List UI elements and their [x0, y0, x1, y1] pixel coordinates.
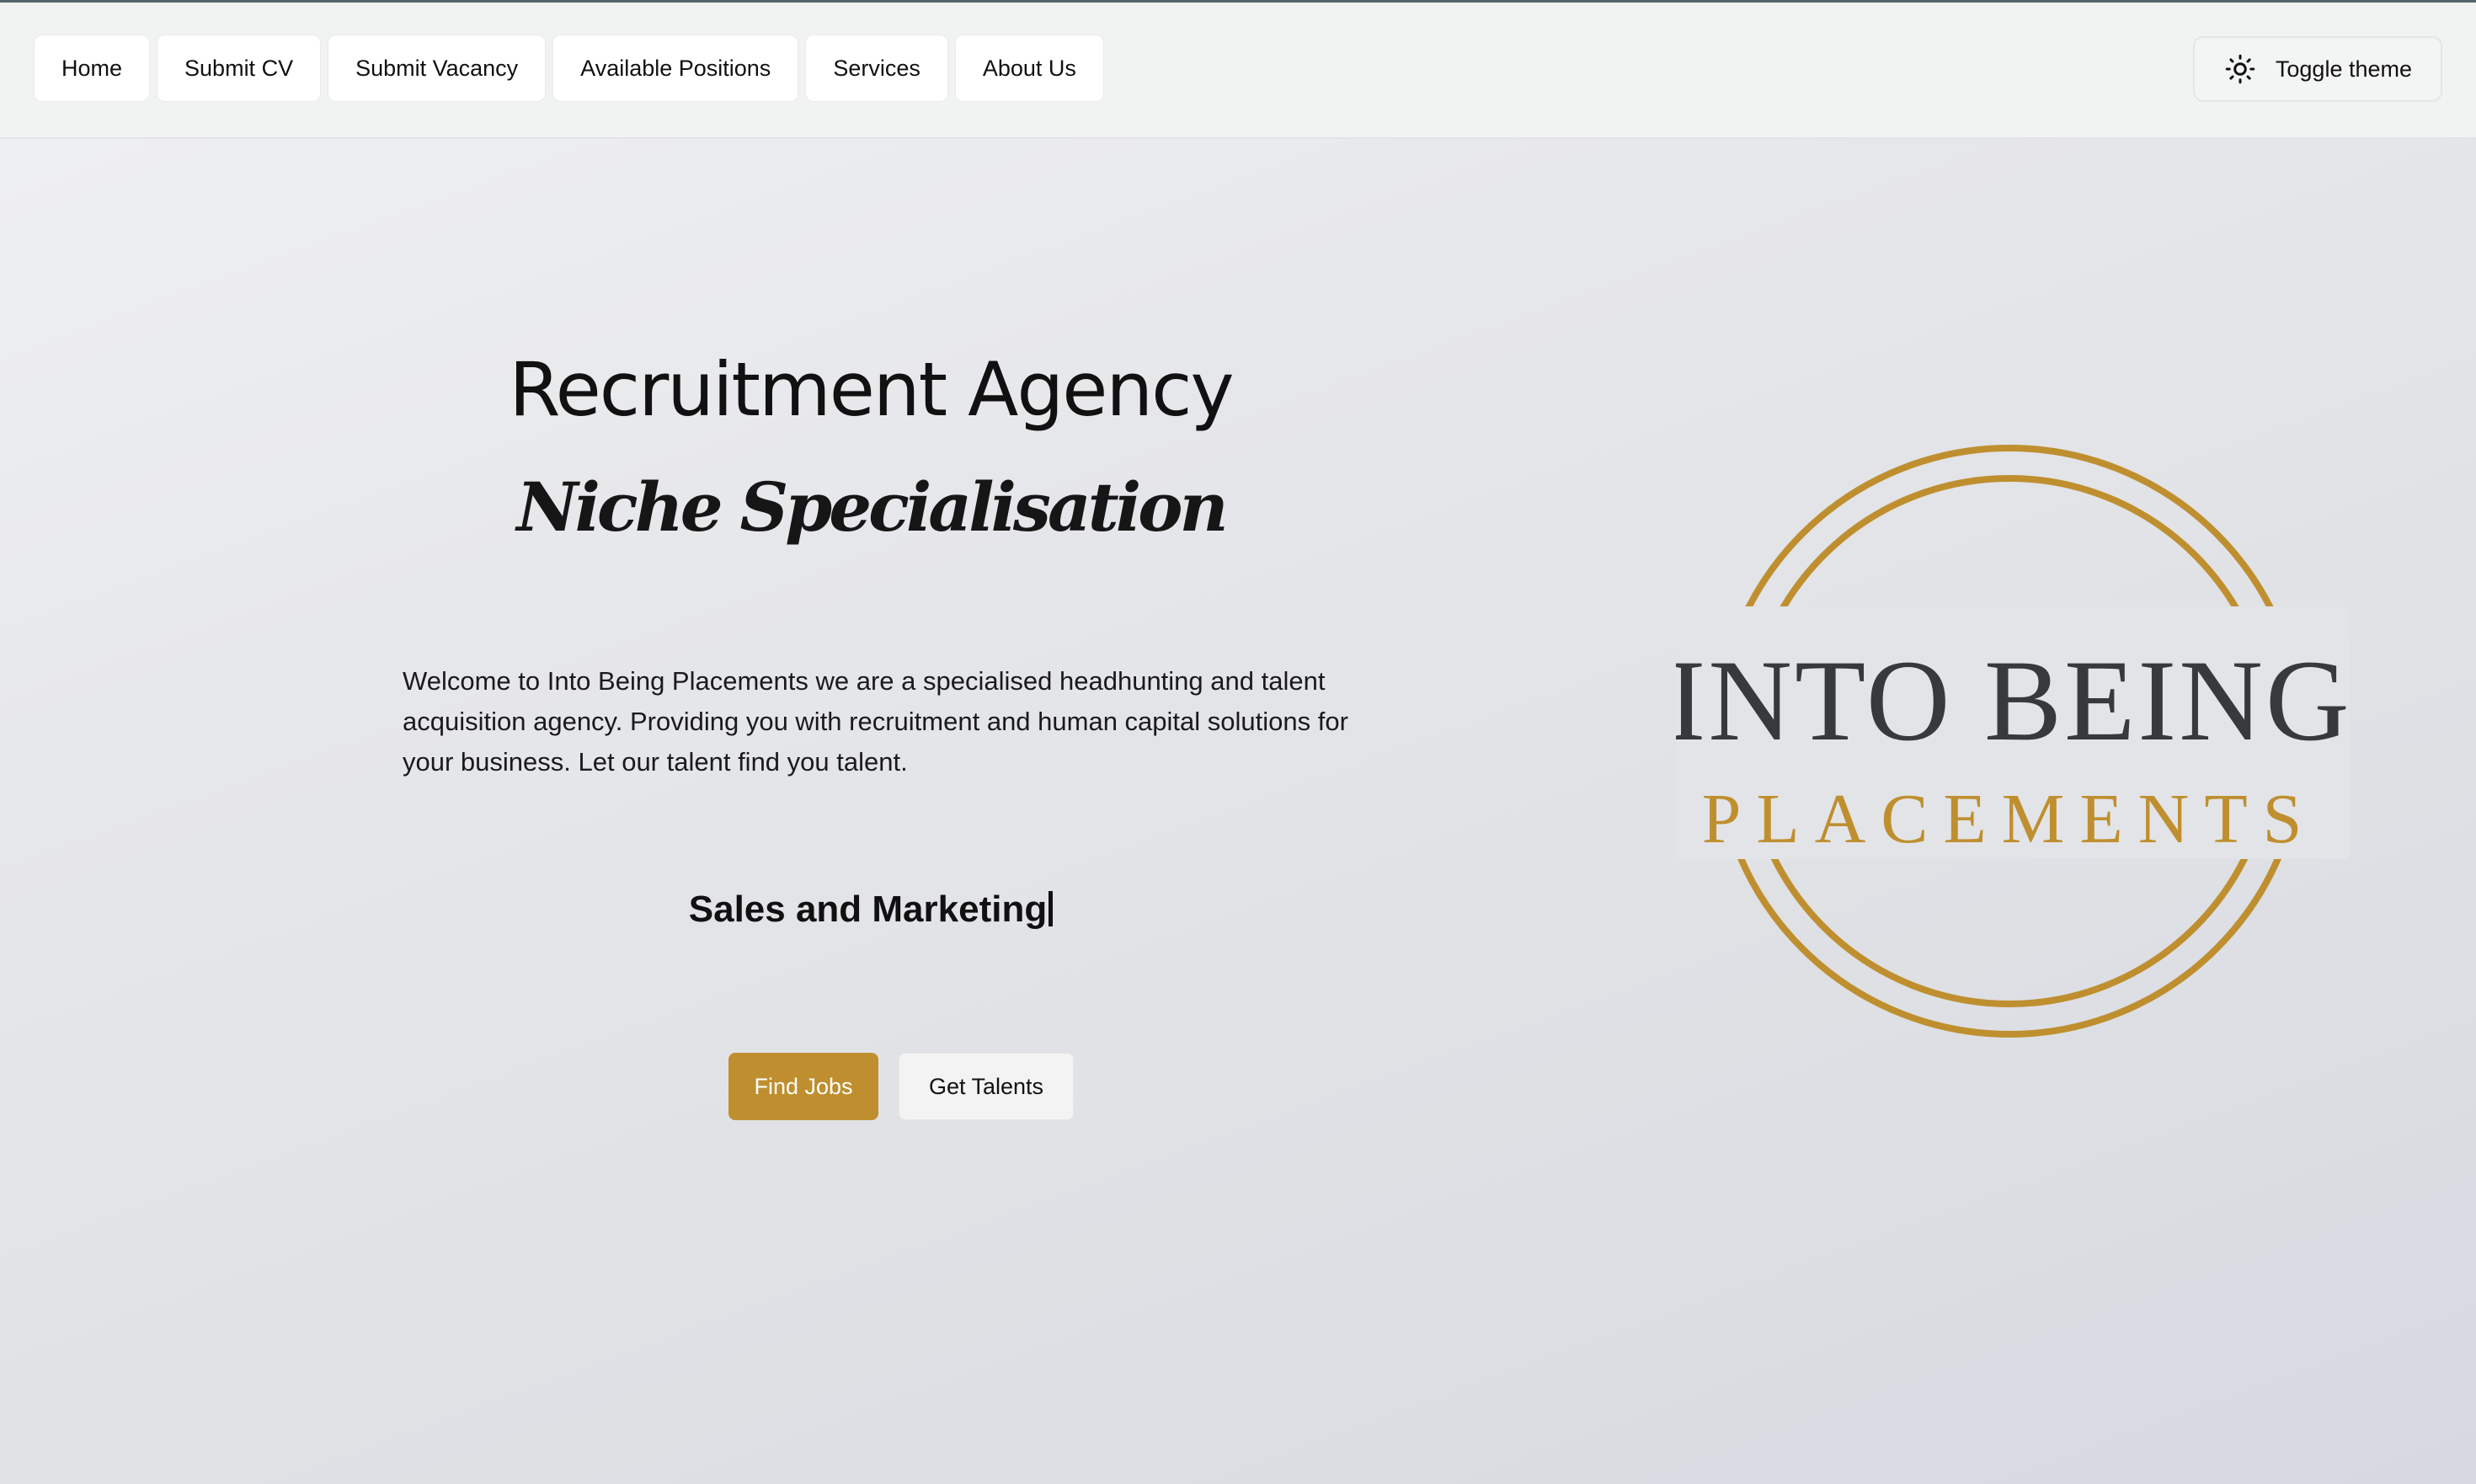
nav-item-submit-cv[interactable]: Submit CV	[157, 35, 322, 102]
nav-item-services[interactable]: Services	[805, 35, 948, 102]
nav-item-about-us[interactable]: About Us	[954, 35, 1104, 102]
hero-description: Welcome to Into Being Placements we are …	[403, 666, 1348, 777]
typed-specialisation: Sales and Marketing	[373, 889, 1369, 931]
main-nav: Home Submit CV Submit Vacancy Available …	[34, 35, 1104, 102]
logo-line2: PLACEMENTS	[1702, 780, 2318, 858]
nav-item-home[interactable]: Home	[34, 35, 151, 102]
cta-buttons: Find Jobs Get Talents	[728, 1053, 1074, 1120]
sun-icon	[2223, 52, 2257, 86]
nav-item-submit-vacancy[interactable]: Submit Vacancy	[328, 35, 547, 102]
toggle-theme-button[interactable]: Toggle theme	[2192, 36, 2442, 102]
hero-subtitle: Niche Specialisation	[516, 467, 1228, 547]
hero-title: Recruitment Agency	[509, 346, 1234, 433]
hero-content: Recruitment Agency Niche Specialisation …	[403, 349, 1398, 1120]
logo-line1: INTO BEING	[1676, 636, 2350, 765]
company-logo: INTO BEING PLACEMENTS	[1667, 438, 2350, 1044]
nav-item-available-positions[interactable]: Available Positions	[552, 35, 799, 102]
toggle-theme-label: Toggle theme	[2275, 56, 2412, 82]
find-jobs-button[interactable]: Find Jobs	[728, 1053, 878, 1120]
navbar: Home Submit CV Submit Vacancy Available …	[0, 3, 2476, 139]
get-talents-button[interactable]: Get Talents	[899, 1053, 1074, 1120]
typed-text: Sales and Marketing	[688, 889, 1048, 930]
text-cursor	[1049, 891, 1054, 926]
